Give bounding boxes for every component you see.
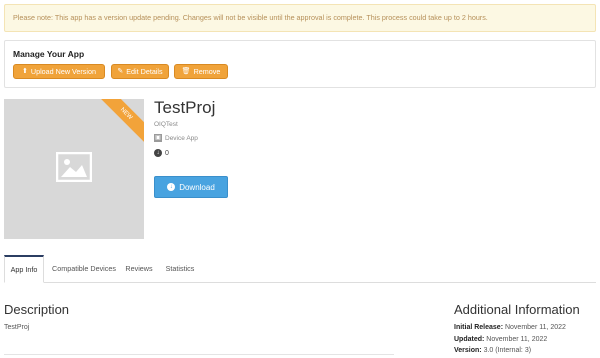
initial-release-label: Initial Release: — [454, 324, 504, 331]
edit-details-button[interactable]: ✎ Edit Details — [111, 64, 169, 79]
manage-app-panel: Manage Your App ⬆ Upload New Version ✎ E… — [4, 40, 596, 88]
pending-approval-notice: Please note: This app has a version upda… — [4, 4, 596, 32]
description-divider — [4, 354, 394, 355]
download-count-icon: ↓ — [154, 149, 162, 157]
device-app-icon: ▣ — [154, 134, 162, 142]
app-type-row: ▣ Device App — [154, 134, 198, 142]
download-count: 0 — [165, 149, 169, 157]
download-count-row: ↓ 0 — [154, 149, 169, 157]
upload-new-version-label: Upload New Version — [30, 67, 96, 76]
tab-statistics[interactable]: Statistics — [162, 255, 198, 283]
app-image: NEW — [4, 99, 144, 239]
download-label: Download — [179, 182, 215, 192]
tab-app-info[interactable]: App Info — [4, 255, 44, 283]
remove-button[interactable]: 🗑 Remove — [174, 64, 228, 79]
tab-reviews[interactable]: Reviews — [122, 255, 156, 283]
trash-icon: 🗑 — [181, 68, 191, 75]
tab-compatible-devices[interactable]: Compatible Devices — [48, 255, 120, 283]
upload-icon: ⬆ — [22, 68, 28, 75]
version-label: Version: — [454, 347, 482, 354]
edit-details-label: Edit Details — [126, 67, 163, 76]
edit-icon: ✎ — [117, 68, 124, 75]
upload-new-version-button[interactable]: ⬆ Upload New Version — [13, 64, 105, 79]
notice-text: Please note: This app has a version upda… — [13, 13, 488, 22]
description-heading: Description — [4, 302, 70, 317]
version-value: 3.0 (Internal: 3) — [483, 347, 532, 354]
new-ribbon: NEW — [95, 99, 144, 145]
manage-title: Manage Your App — [13, 49, 85, 59]
additional-info-heading: Additional Information — [454, 302, 580, 317]
app-tabs: App Info Compatible Devices Reviews Stat… — [4, 255, 596, 283]
updated-label: Updated: — [454, 336, 485, 343]
app-title: TestProj — [154, 98, 216, 117]
description-text: TestProj — [4, 324, 30, 331]
download-button[interactable]: ↓ Download — [154, 176, 228, 198]
version-row: Version: 3.0 (Internal: 3) — [454, 347, 531, 354]
image-placeholder-icon — [56, 152, 92, 182]
download-icon: ↓ — [167, 183, 176, 191]
initial-release-value: November 11, 2022 — [504, 324, 566, 331]
app-type: Device App — [165, 134, 198, 142]
updated-value: November 11, 2022 — [486, 336, 548, 343]
app-company: OIQTest — [154, 121, 178, 128]
updated-row: Updated: November 11, 2022 — [454, 336, 547, 343]
initial-release-row: Initial Release: November 11, 2022 — [454, 324, 566, 331]
remove-label: Remove — [193, 67, 221, 76]
